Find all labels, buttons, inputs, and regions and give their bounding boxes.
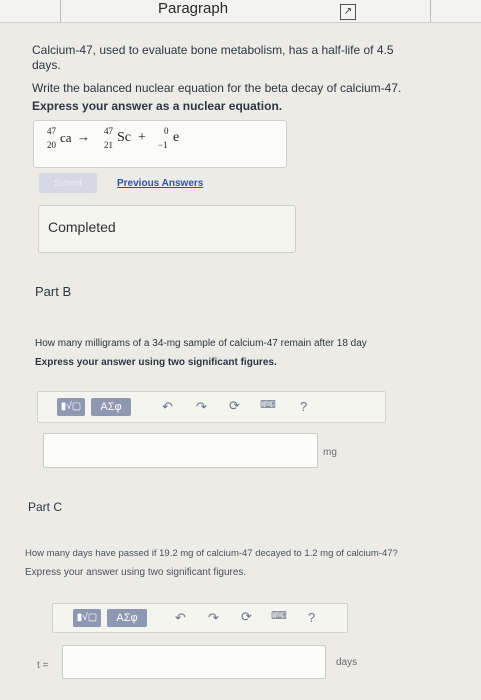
completed-label: Completed	[48, 219, 116, 235]
top-bar: Paragraph ↗	[0, 0, 481, 23]
part-c-variable: t =	[37, 660, 49, 671]
particle-mass: 0	[164, 126, 169, 136]
completed-status-box: Completed	[38, 205, 296, 253]
part-b-instruction: Express your answer using two significan…	[35, 357, 277, 368]
submit-button[interactable]: Submit	[39, 173, 97, 193]
part-a-answer-box: 47 20 ca → 47 21 Sc + 0 −1 e	[33, 120, 287, 168]
paragraph-title: Paragraph	[158, 0, 229, 17]
help-icon[interactable]: ?	[308, 610, 315, 625]
templates-button[interactable]: ▮√▢	[73, 609, 101, 627]
reactant-mass: 47	[47, 126, 56, 136]
plus-sign: +	[138, 130, 146, 145]
reset-icon[interactable]: ⟳	[241, 609, 252, 625]
help-icon[interactable]: ?	[300, 399, 307, 414]
undo-icon[interactable]: ↶	[162, 399, 173, 415]
part-c-unit: days	[336, 657, 358, 668]
reaction-arrow: →	[77, 129, 90, 144]
part-c-label: Part C	[28, 500, 63, 514]
templates-button[interactable]: ▮√▢	[57, 398, 85, 416]
reset-icon[interactable]: ⟳	[229, 398, 240, 414]
reactant-symbol: ca	[60, 130, 72, 145]
product-atomic: 21	[104, 140, 113, 150]
keyboard-icon[interactable]: ⌨	[271, 609, 287, 622]
part-b-toolbar: ▮√▢ ΑΣφ ↶ ↷ ⟳ ⌨ ?	[37, 391, 386, 423]
part-b-unit: mg	[323, 447, 337, 458]
part-c-instruction: Express your answer using two significan…	[25, 567, 247, 578]
divider	[430, 0, 431, 22]
keyboard-icon[interactable]: ⌨	[260, 398, 276, 411]
part-a-instruction: Express your answer as a nuclear equatio…	[32, 99, 283, 113]
greek-symbols-button[interactable]: ΑΣφ	[91, 398, 131, 416]
product-symbol: Sc	[117, 130, 131, 145]
part-b-answer-input[interactable]	[43, 433, 318, 468]
redo-icon[interactable]: ↷	[196, 399, 207, 415]
greek-symbols-button[interactable]: ΑΣφ	[107, 609, 147, 627]
part-b-label: Part B	[35, 284, 72, 299]
undo-icon[interactable]: ↶	[175, 610, 186, 626]
product-mass: 47	[104, 126, 113, 136]
particle-symbol: e	[173, 130, 180, 145]
divider	[60, 0, 61, 22]
particle-atomic: −1	[158, 140, 168, 150]
part-b-question: How many milligrams of a 34-mg sample of…	[35, 338, 367, 349]
external-link-icon[interactable]: ↗	[340, 4, 356, 20]
part-c-toolbar: ▮√▢ ΑΣφ ↶ ↷ ⟳ ⌨ ?	[52, 603, 348, 633]
part-a-question: Write the balanced nuclear equation for …	[32, 81, 402, 95]
reactant-atomic: 20	[47, 140, 56, 150]
previous-answers-link[interactable]: Previous Answers	[117, 178, 203, 189]
redo-icon[interactable]: ↷	[208, 610, 219, 626]
part-c-answer-input[interactable]	[62, 645, 326, 679]
part-a-intro: Calcium-47, used to evaluate bone metabo…	[32, 43, 394, 72]
part-c-question: How many days have passed if 19.2 mg of …	[25, 548, 398, 559]
